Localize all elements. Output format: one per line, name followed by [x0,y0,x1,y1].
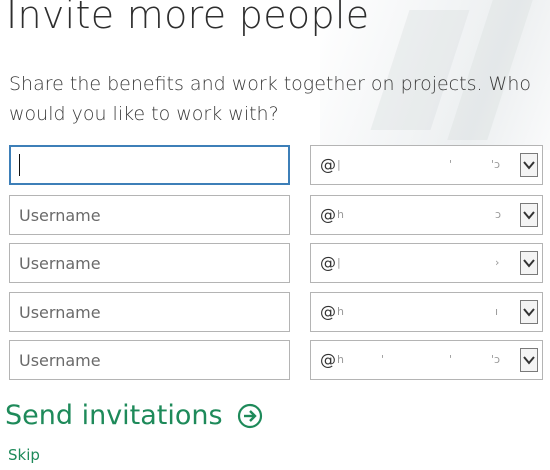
username-input[interactable] [9,145,290,185]
domain-prefix: @ [320,205,336,224]
invite-row: @ h ' ' 'ɔ [9,340,543,380]
redacted-domain: ' [381,353,385,366]
redacted-domain: ı [495,305,499,318]
domain-select[interactable]: @ h ɔ [310,195,543,235]
invite-row: @ | › [9,243,543,283]
redacted-domain: 'ɔ [491,158,501,171]
redacted-domain: ' [449,353,453,366]
redacted-domain: h [337,305,344,318]
chevron-down-icon[interactable] [520,203,538,227]
domain-prefix: @ [320,350,336,369]
text-caret [19,154,20,176]
domain-select[interactable]: @ h ' ' 'ɔ [310,340,543,380]
send-invitations-label: Send invitations [5,400,223,431]
redacted-domain: 'ɔ [491,353,501,366]
redacted-domain: ɔ [495,208,502,221]
domain-select[interactable]: @ | › [310,243,543,283]
invite-row: @ h ı [9,292,543,332]
redacted-domain: ' [449,158,453,171]
redacted-domain: › [495,256,500,269]
chevron-down-icon[interactable] [520,300,538,324]
username-input[interactable] [9,340,290,380]
redacted-domain: h [337,208,344,221]
domain-prefix: @ [320,253,336,272]
arrow-right-circle-icon[interactable] [237,403,263,429]
chevron-down-icon[interactable] [520,153,538,177]
skip-link[interactable]: Skip [8,446,40,464]
username-input[interactable] [9,243,290,283]
invite-row: @ | ' 'ɔ [9,145,543,185]
page-title: Invite more people [6,0,370,37]
send-invitations-button[interactable]: Send invitations [5,400,263,431]
chevron-down-icon[interactable] [520,348,538,372]
domain-select[interactable]: @ | ' 'ɔ [310,145,543,185]
domain-prefix: @ [320,155,336,174]
username-input[interactable] [9,292,290,332]
page-description: Share the benefits and work together on … [9,73,532,125]
username-input[interactable] [9,195,290,235]
redacted-domain: h [337,353,344,366]
domain-prefix: @ [320,302,336,321]
redacted-domain: | [337,256,341,269]
domain-select[interactable]: @ h ı [310,292,543,332]
invite-row: @ h ɔ [9,195,543,235]
redacted-domain: | [337,158,341,171]
chevron-down-icon[interactable] [520,251,538,275]
